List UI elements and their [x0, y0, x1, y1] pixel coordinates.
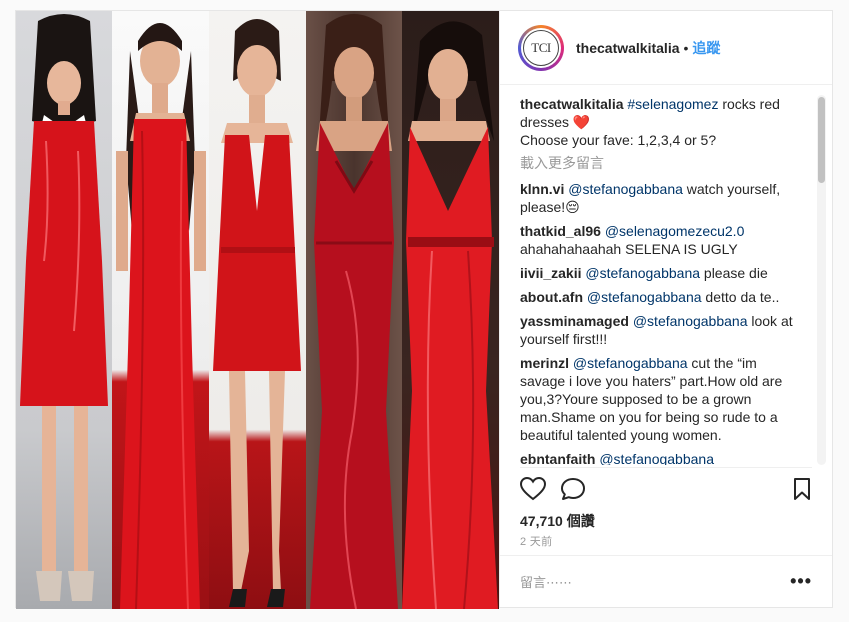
list-item: merinzl @stefanogabbana cut the “im sava…	[520, 354, 805, 444]
comments-list[interactable]: thecatwalkitalia #selenagomez rocks red …	[520, 95, 805, 465]
likes-count[interactable]: 47,710 個讚	[520, 511, 595, 531]
scrollbar-thumb[interactable]	[818, 97, 825, 183]
comment-mention[interactable]: @stefanogabbana	[573, 355, 688, 371]
heart-icon[interactable]	[519, 476, 547, 506]
comment-bar: 留言⋯⋯ •••	[500, 555, 832, 607]
comment-icon[interactable]	[560, 477, 586, 506]
header-separator: •	[683, 39, 689, 56]
list-item: iivii_zakii @stefanogabbana please die	[520, 264, 805, 282]
action-bar	[519, 476, 812, 506]
comment-username[interactable]: merinzl	[520, 355, 569, 371]
photo-panel-4	[306, 11, 402, 609]
comment-mention[interactable]: @stefanogabbana	[568, 181, 683, 197]
comments-scrollbar[interactable]	[817, 95, 826, 465]
photo-panel-5	[402, 11, 499, 609]
comment-mention[interactable]: @selenagomezecu2.0	[605, 223, 745, 239]
comment-username[interactable]: klnn.vi	[520, 181, 564, 197]
post-photo[interactable]	[16, 11, 499, 609]
comment-username[interactable]: about.afn	[520, 289, 583, 305]
caption-username[interactable]: thecatwalkitalia	[520, 96, 624, 112]
figure-2-image	[116, 23, 206, 609]
list-item: about.afn @stefanogabbana detto da te..	[520, 288, 805, 306]
post-header: TCI thecatwalkitalia • 追蹤	[500, 11, 832, 85]
list-item: yassminamaged @stefanogabbana look at yo…	[520, 312, 805, 348]
divider	[520, 467, 812, 468]
list-item: thatkid_al96 @selenagomezecu2.0 ahahahah…	[520, 222, 805, 258]
figure-3-image	[213, 19, 301, 607]
comment-text: ahahahahaahah SELENA IS UGLY	[520, 241, 738, 257]
figure-1-image	[20, 14, 108, 601]
follow-button[interactable]: 追蹤	[692, 38, 720, 58]
comment-username[interactable]: thatkid_al96	[520, 223, 601, 239]
photo-panel-2	[112, 11, 209, 609]
caption-hashtag[interactable]: #selenagomez	[627, 96, 718, 112]
figure-5-image	[402, 21, 498, 609]
comment-text: detto da te..	[701, 289, 780, 305]
photo-panel-1	[16, 11, 112, 609]
comment-username[interactable]: iivii_zakii	[520, 265, 581, 281]
figure-4-image	[310, 14, 398, 609]
comment-input[interactable]: 留言⋯⋯	[520, 572, 790, 591]
avatar-frame: TCI	[521, 27, 561, 68]
comment-mention[interactable]: @stefanogabbana	[585, 265, 700, 281]
post-card: TCI thecatwalkitalia • 追蹤 thecatwalkital…	[15, 10, 833, 609]
more-options-icon[interactable]: •••	[790, 571, 812, 592]
post-sidebar: TCI thecatwalkitalia • 追蹤 thecatwalkital…	[499, 11, 832, 607]
photo-panel-3	[209, 11, 306, 609]
comment-mention[interactable]: @stefanogabbana	[599, 451, 714, 465]
caption: thecatwalkitalia #selenagomez rocks red …	[520, 95, 805, 149]
comment-mention[interactable]: @stefanogabbana	[587, 289, 702, 305]
avatar[interactable]: TCI	[518, 24, 564, 71]
bookmark-icon[interactable]	[792, 477, 812, 506]
comment-text: please die	[700, 265, 768, 281]
load-more-comments-button[interactable]: 載入更多留言	[520, 154, 805, 172]
list-item: klnn.vi @stefanogabbana watch yourself, …	[520, 180, 805, 216]
username-link[interactable]: thecatwalkitalia	[576, 40, 680, 56]
comment-mention[interactable]: @stefanogabbana	[633, 313, 748, 329]
post-timestamp[interactable]: 2 天前	[520, 533, 552, 549]
comment-username[interactable]: yassminamaged	[520, 313, 629, 329]
list-item: ebntanfaith @stefanogabbana	[520, 450, 805, 465]
caption-line-2: Choose your fave: 1,2,3,4 or 5?	[520, 132, 717, 148]
comment-username[interactable]: ebntanfaith	[520, 451, 595, 465]
avatar-logo: TCI	[523, 29, 559, 66]
